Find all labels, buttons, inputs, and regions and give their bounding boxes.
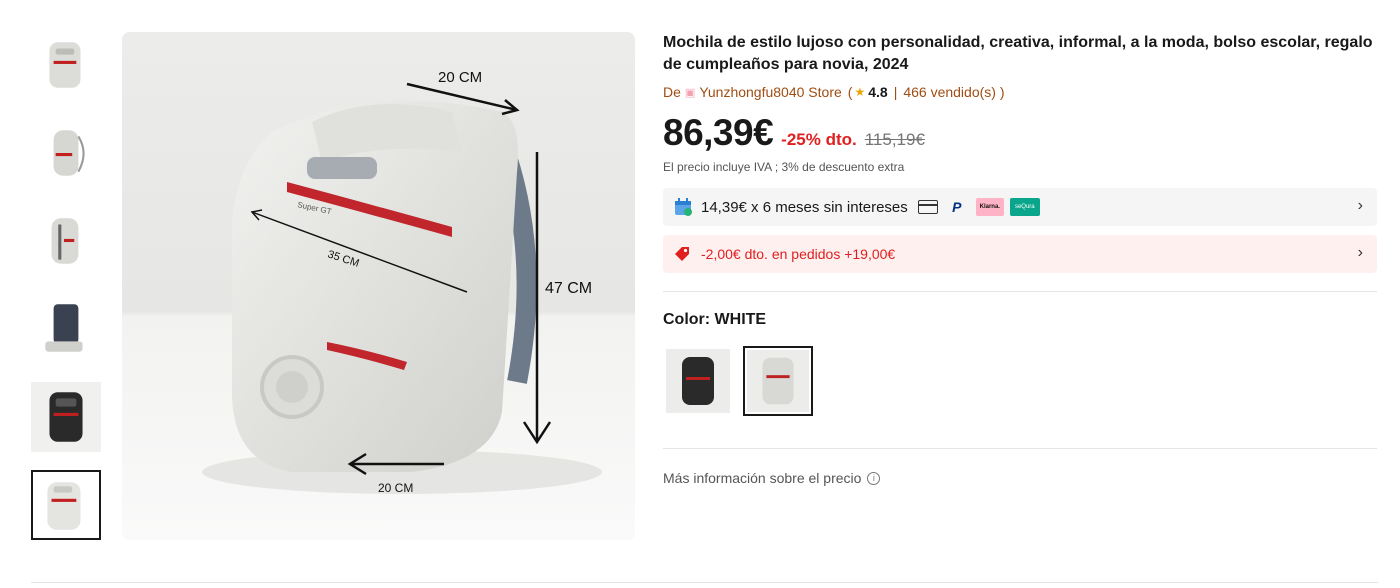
backpack-image: Super GT 20 CM 35 CM 47 CM 20 CM xyxy=(122,32,635,540)
paypal-icon: P xyxy=(952,199,962,215)
backpack-thumbnail-icon xyxy=(49,392,83,442)
backpack-thumbnail-icon xyxy=(53,130,85,176)
chevron-right-icon: › xyxy=(1357,197,1363,214)
thumbnail-2[interactable] xyxy=(31,118,101,188)
store-link[interactable]: Yunzhongfu8040 Store xyxy=(699,84,841,100)
installments-row[interactable]: 14,39€ x 6 meses sin intereses P Klarna.… xyxy=(663,188,1377,226)
black-backpack-swatch-icon xyxy=(666,349,730,413)
credit-card-icon xyxy=(917,200,938,214)
product-title: Mochila de estilo lujoso con personalida… xyxy=(663,34,1373,73)
color-label: Color: WHITE xyxy=(663,311,767,328)
backpack-thumbnail-icon xyxy=(49,42,81,88)
thumbnail-1[interactable] xyxy=(31,30,101,100)
sequra-icon: seQura xyxy=(1009,198,1040,216)
thumbnail-5[interactable] xyxy=(31,382,101,452)
store-icon: ▣ xyxy=(684,86,696,99)
separator: | xyxy=(893,84,898,100)
tax-note: El precio incluye IVA ; 3% de descuento … xyxy=(663,160,905,174)
star-icon: ★ xyxy=(854,85,866,99)
coupon-row[interactable]: -2,00€ dto. en pedidos +19,00€ › xyxy=(663,235,1377,273)
divider xyxy=(663,448,1377,449)
store-line: De ▣ Yunzhongfu8040 Store ( ★ 4.8 | 466 … xyxy=(663,82,1378,102)
sold-count: 466 vendido(s) ) xyxy=(903,84,1005,100)
dimension-top-label: 20 CM xyxy=(438,69,482,86)
price-row: 86,39€ -25% dto. 115,19€ xyxy=(663,112,1378,156)
payment-icons: P Klarna. seQura xyxy=(917,198,1040,216)
backpack-thumbnail-icon xyxy=(51,218,79,264)
product-info: Mochila de estilo lujoso con personalida… xyxy=(663,32,1378,486)
white-backpack-swatch-icon xyxy=(747,350,809,412)
coupon-text: -2,00€ dto. en pedidos +19,00€ xyxy=(701,246,896,262)
chevron-right-icon: › xyxy=(1357,244,1363,261)
color-swatch-black[interactable] xyxy=(663,346,733,416)
installments-text: 14,39€ x 6 meses sin intereses xyxy=(701,198,908,216)
tag-icon xyxy=(673,245,691,263)
store-rating: 4.8 xyxy=(868,84,888,100)
backpack-thumbnail-icon xyxy=(47,482,81,530)
thumbnail-3[interactable] xyxy=(31,206,101,276)
color-swatch-white[interactable] xyxy=(743,346,813,416)
backpack-thumbnail-icon xyxy=(45,304,83,352)
more-price-info-link[interactable]: Más información sobre el precio i xyxy=(663,470,881,486)
calendar-icon xyxy=(673,197,693,217)
bottom-divider xyxy=(31,582,1378,583)
dimension-bottom-label: 20 CM xyxy=(378,481,413,495)
current-price: 86,39€ xyxy=(663,112,774,153)
store-prefix: De xyxy=(663,84,681,100)
info-icon: i xyxy=(867,471,881,485)
thumbnail-6[interactable] xyxy=(31,470,101,540)
more-info-text: Más información sobre el precio xyxy=(663,470,862,486)
dimension-height-label: 47 CM xyxy=(545,280,592,297)
open-paren: ( xyxy=(847,84,853,100)
thumbnail-4[interactable] xyxy=(31,294,101,364)
main-product-image[interactable]: Super GT 20 CM 35 CM 47 CM 20 CM xyxy=(122,32,635,540)
original-price: 115,19€ xyxy=(864,130,925,149)
discount-badge: -25% dto. xyxy=(781,130,857,149)
divider xyxy=(663,291,1377,292)
klarna-icon: Klarna. xyxy=(975,198,1004,216)
